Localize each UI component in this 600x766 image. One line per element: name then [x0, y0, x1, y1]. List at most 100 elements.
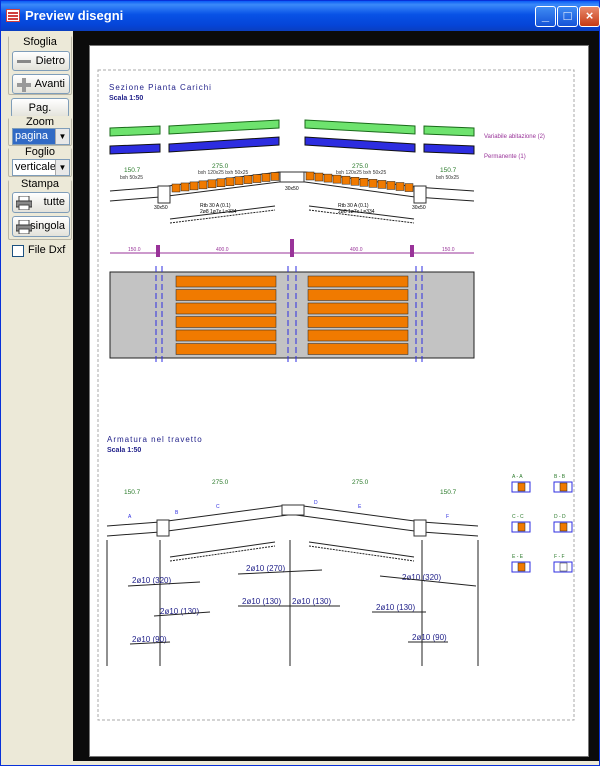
dim-label: 400.0 [216, 247, 229, 253]
section-core [517, 562, 526, 572]
truss: Rtb 30 A (0.1) 2ø8 1ø7x L=334 Rtb 30 A (… [169, 203, 415, 224]
minimize-button[interactable]: _ [535, 6, 556, 27]
zoom-value: pagina [15, 130, 49, 142]
sidebar: Sfoglia Dietro Avanti Pag. Zoom pagina ▼… [5, 31, 73, 761]
zoom-select[interactable]: pagina ▼ [12, 128, 70, 145]
minus-icon [16, 55, 32, 67]
plan-block [175, 316, 277, 328]
dxf-label: File Dxf [28, 244, 66, 256]
plan-block [307, 316, 409, 328]
dim-label: 400.0 [350, 247, 363, 253]
section1-title: Sezione Pianta Carichi [109, 83, 212, 92]
page-label: Pag. [28, 102, 52, 114]
rebar-label: 2ø10 (130) [242, 597, 281, 606]
zoom-label: Zoom [9, 116, 71, 128]
section-core [559, 522, 568, 532]
joist-block [198, 180, 208, 190]
print-all-label: tutte [43, 196, 65, 208]
joist-block [332, 174, 342, 184]
section-label: F - F [554, 554, 565, 560]
joist-block [180, 182, 190, 192]
sfoglia-label: Sfoglia [9, 36, 71, 48]
beam-label: bxh 50x25 [436, 175, 459, 181]
section-details: A - A B - B C - C D - D E - E F - F [511, 474, 573, 573]
span-label: 150.7 [124, 489, 141, 496]
section-letter: F [446, 514, 449, 520]
joist-block [171, 183, 181, 193]
app-icon [6, 9, 20, 22]
section-label: D - D [554, 514, 566, 520]
print-all-button[interactable]: tutte [12, 192, 70, 213]
section-core [517, 522, 526, 532]
plan-block [175, 289, 277, 301]
stampa-group: Stampa tutte singola [8, 178, 72, 240]
chevron-down-icon[interactable]: ▼ [55, 160, 69, 175]
joist-block [270, 172, 280, 181]
back-button[interactable]: Dietro [12, 51, 70, 71]
joist-block [395, 182, 405, 191]
window-title: Preview disegni [25, 8, 124, 23]
plan-block [307, 275, 409, 288]
joist-block [216, 178, 226, 187]
section-letter: A [128, 514, 132, 520]
close-button[interactable]: × [579, 6, 600, 27]
dxf-checkbox[interactable] [12, 245, 24, 257]
beam-label: bxh 120x25 bxh 50x25 [198, 170, 249, 176]
joist-block [243, 175, 253, 184]
truss-label: 2ø8 1ø7x L=334 [200, 209, 237, 215]
span-label: 150.7 [440, 167, 457, 174]
title-bar[interactable]: Preview disegni _ □ × [1, 1, 600, 31]
section-letter: C [216, 504, 220, 510]
section1-scale: Scala 1:50 [109, 95, 143, 102]
printer-icon [15, 195, 33, 211]
plan-block [307, 289, 409, 301]
section2-scale: Scala 1:50 [107, 447, 141, 454]
rebar-label: 2ø10 (130) [376, 603, 415, 612]
section-label: E - E [512, 554, 524, 560]
section2-title: Armatura nel travetto [107, 435, 203, 444]
chevron-down-icon[interactable]: ▼ [55, 129, 69, 144]
plan-block [307, 343, 409, 355]
preview-canvas[interactable]: Sezione Pianta Carichi Scala 1:50 Variab… [73, 31, 599, 761]
print-single-label: singola [30, 220, 65, 232]
drawing-svg: Sezione Pianta Carichi Scala 1:50 Variab… [97, 69, 575, 721]
forward-label: Avanti [34, 78, 65, 90]
back-label: Dietro [35, 55, 65, 67]
page-button[interactable]: Pag. [11, 98, 69, 118]
legend-permanent: Permanente (1) [484, 154, 526, 160]
foglio-group: Foglio verticale ▼ [8, 146, 72, 177]
floor-plan [109, 266, 475, 364]
joist-block [404, 183, 414, 192]
rebar-label: 2ø10 (90) [412, 633, 447, 642]
variable-load-bars [109, 119, 475, 137]
joist-block [252, 174, 262, 183]
joist-block [305, 171, 315, 181]
section-letter: E [358, 504, 362, 510]
section-label: A - A [512, 474, 523, 480]
span-label: 275.0 [212, 479, 229, 486]
section-label: B - B [554, 474, 566, 480]
joist-block [207, 179, 217, 189]
node-label: 30x50 [285, 186, 299, 192]
joist-block [314, 172, 324, 182]
maximize-button[interactable]: □ [557, 6, 578, 27]
rebar-label: 2ø10 (130) [292, 597, 331, 606]
drawing-page: Sezione Pianta Carichi Scala 1:50 Variab… [89, 45, 589, 757]
dimension-line: 150.0 400.0 400.0 150.0 [110, 239, 474, 257]
section-core [559, 482, 568, 492]
legend-variable: Variabile abitazione (2) [484, 134, 545, 140]
print-single-button[interactable]: singola [12, 216, 70, 237]
span-label: 275.0 [212, 163, 229, 170]
plus-icon [16, 78, 32, 92]
foglio-select[interactable]: verticale ▼ [12, 159, 70, 176]
printer-icon [15, 219, 33, 235]
joist-block [261, 173, 271, 182]
span-label: 275.0 [352, 479, 369, 486]
plan-block [175, 343, 277, 355]
joist-block [368, 179, 378, 188]
zoom-group: Zoom pagina ▼ [8, 116, 72, 146]
span-label: 275.0 [352, 163, 369, 170]
plan-block [307, 302, 409, 315]
joist-block [350, 177, 360, 186]
forward-button[interactable]: Avanti [12, 74, 70, 94]
